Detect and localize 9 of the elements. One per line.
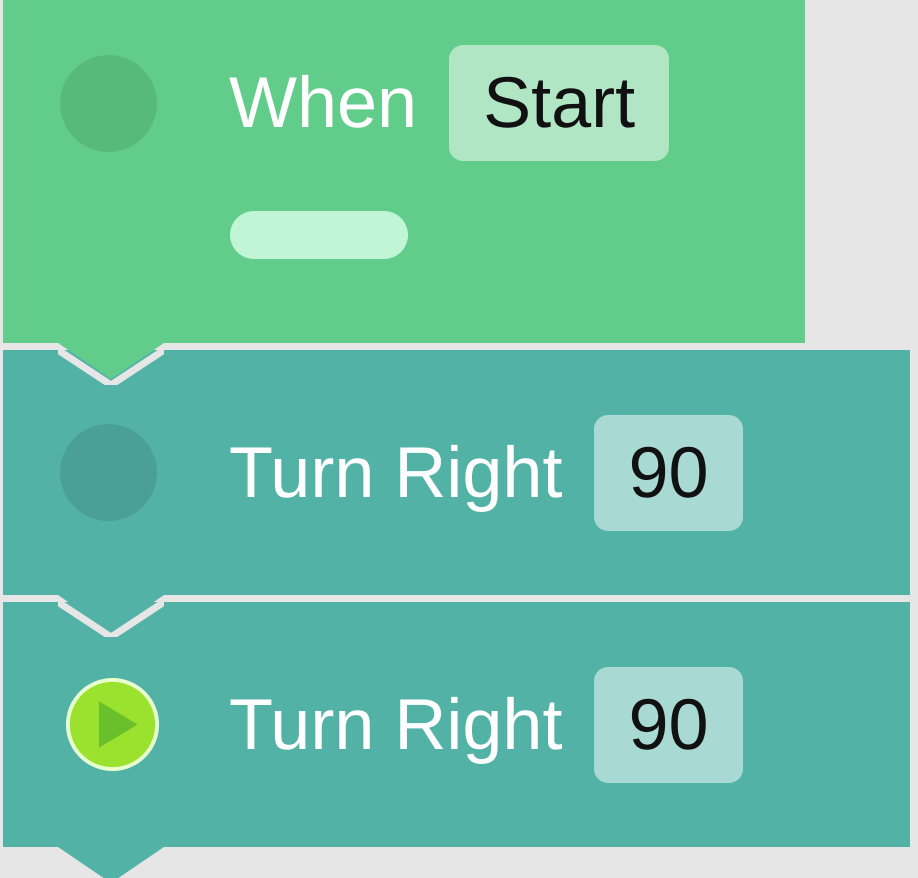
value-field[interactable]: Start (449, 45, 670, 161)
block-handle[interactable] (230, 211, 408, 259)
value-field[interactable]: 90 (594, 666, 743, 782)
play-icon[interactable] (64, 676, 161, 773)
value-field[interactable]: 90 (594, 414, 743, 530)
code-block[interactable]: Turn Right 90 (3, 350, 910, 595)
block-label: When (229, 67, 418, 139)
code-block[interactable]: When Start (3, 0, 805, 343)
code-block[interactable]: Turn Right 90 (3, 602, 910, 847)
